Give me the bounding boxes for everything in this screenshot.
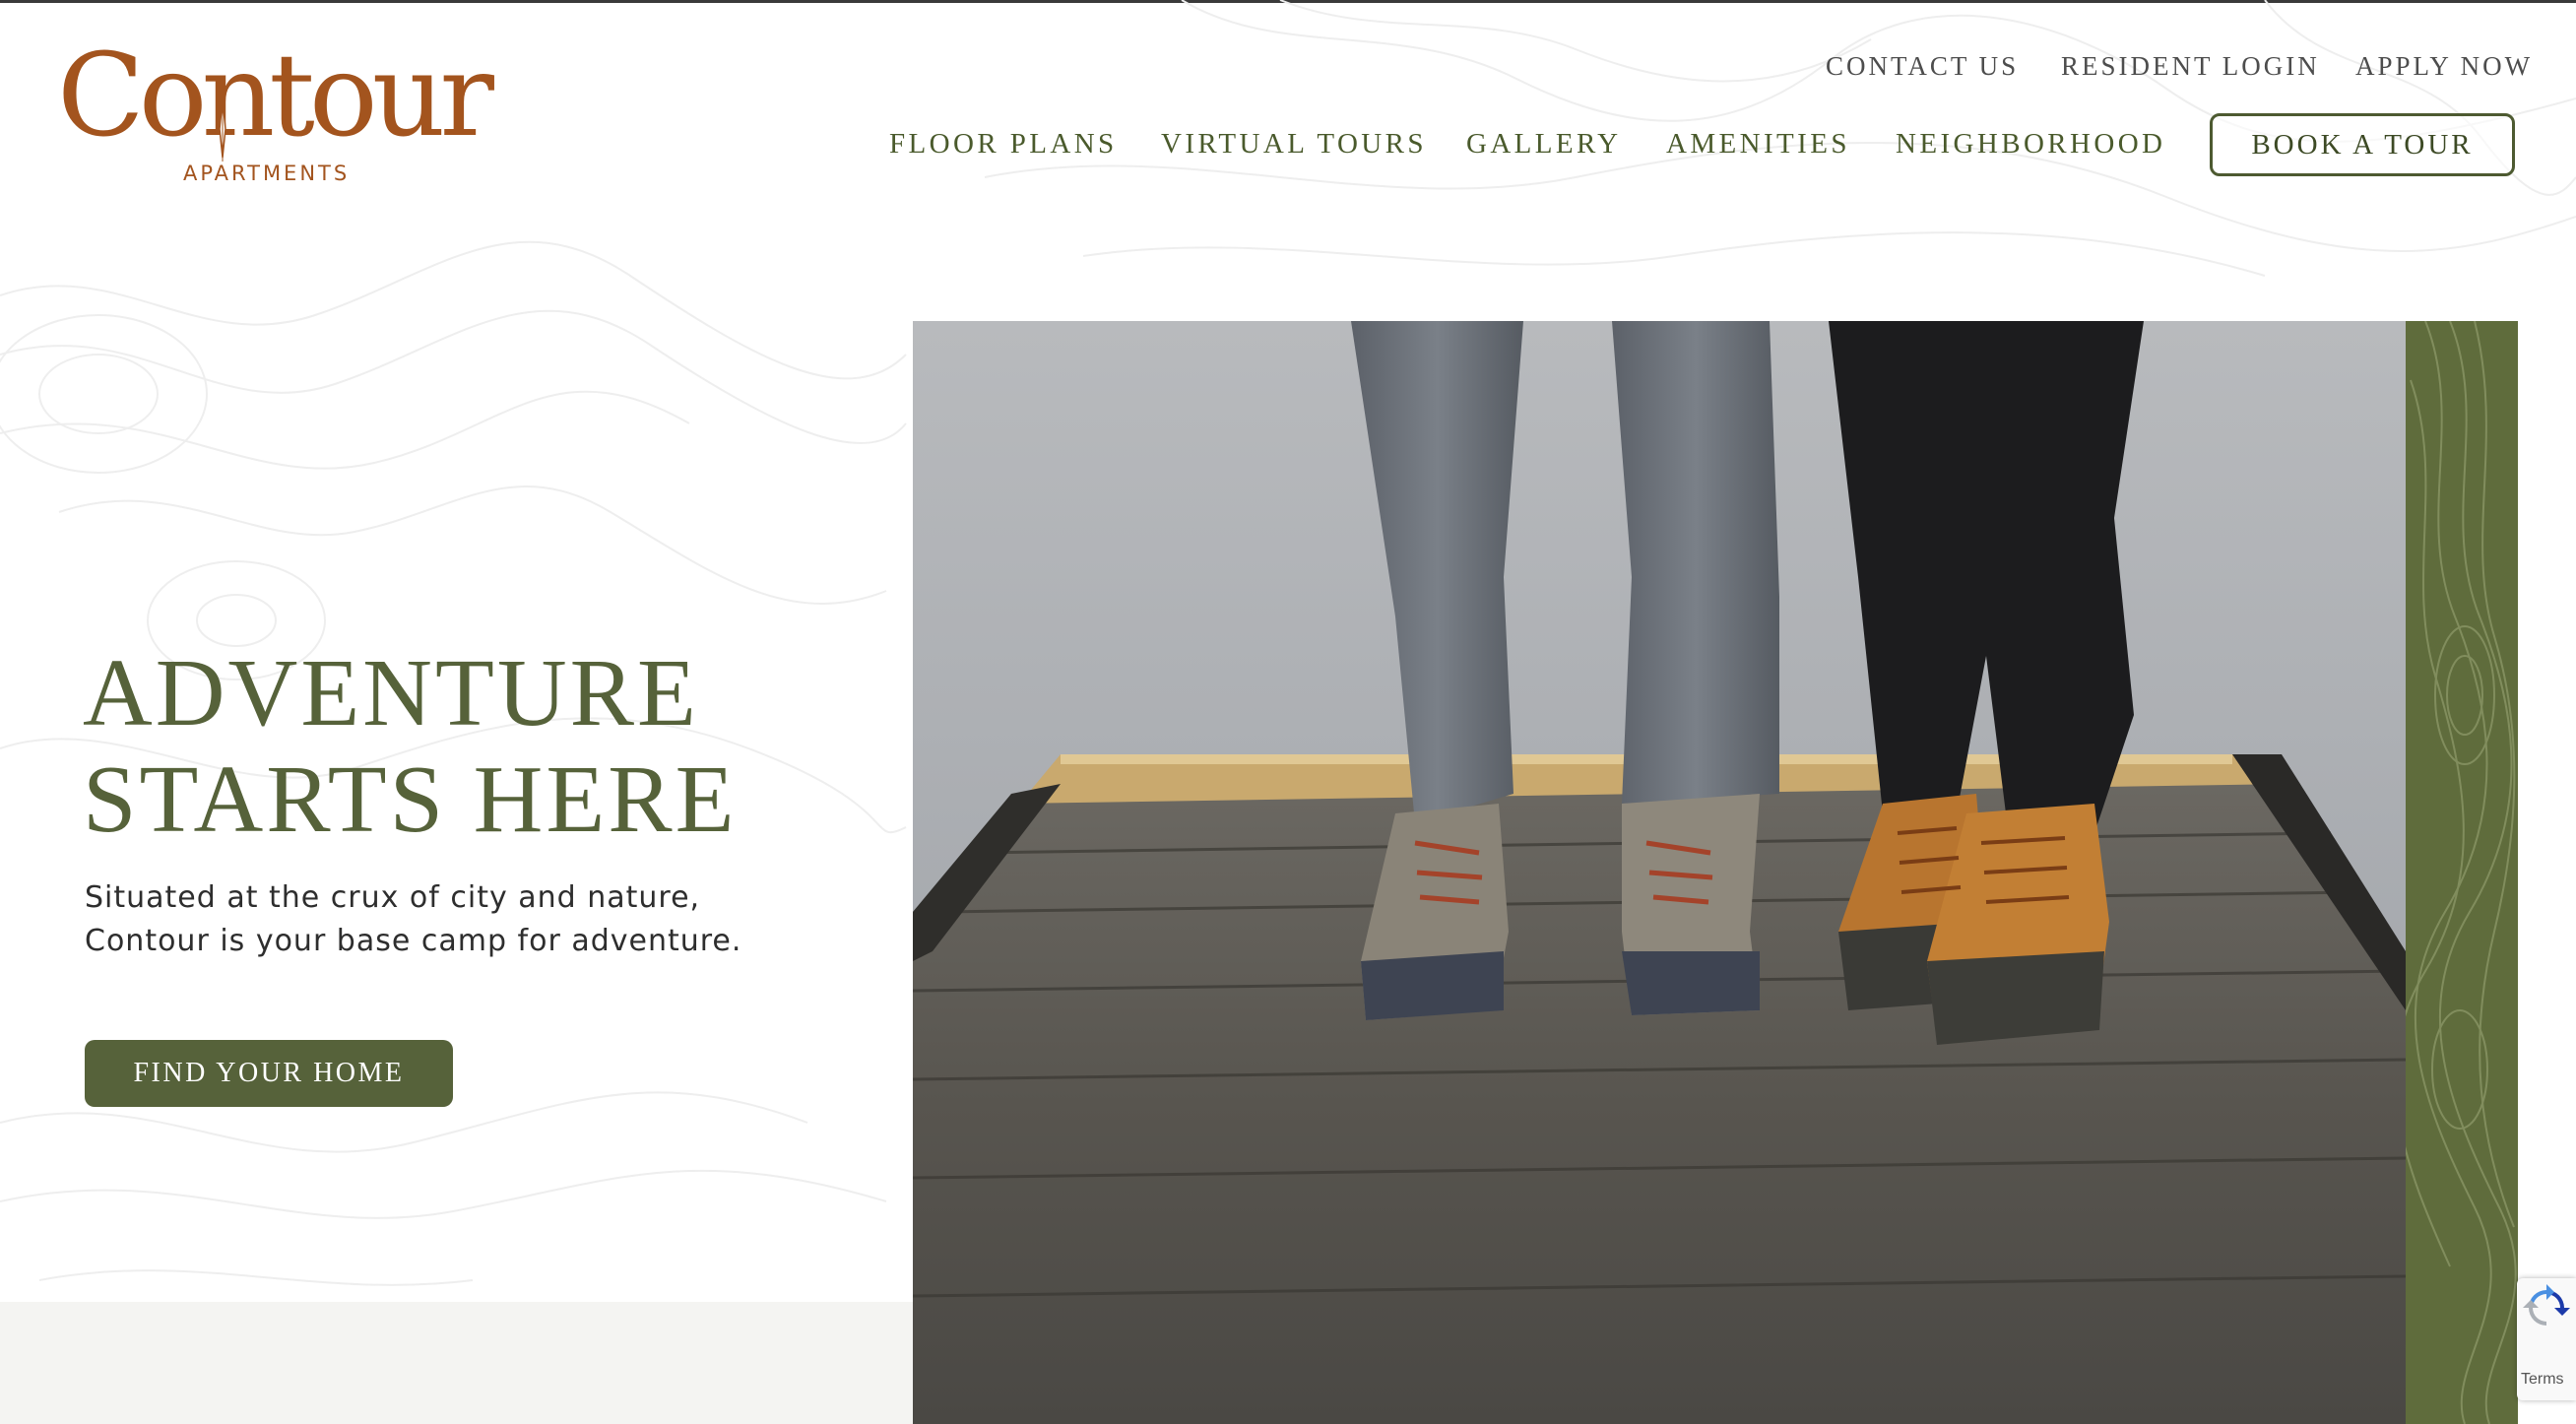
nav-gallery[interactable]: GALLERY [1466, 128, 1622, 161]
hero-headline-line-1: ADVENTURE [83, 640, 699, 746]
lower-section-background [0, 1302, 914, 1424]
logo-wordmark: Contour [57, 30, 494, 162]
nav-neighborhood[interactable]: NEIGHBORHOOD [1896, 128, 2165, 161]
decorative-green-band [2406, 321, 2518, 1424]
book-a-tour-button[interactable]: BOOK A TOUR [2210, 113, 2515, 176]
nav-resident-login[interactable]: RESIDENT LOGIN [2061, 51, 2320, 82]
recaptcha-terms-link[interactable]: Terms [2521, 1371, 2564, 1389]
logo-subtitle: APARTMENTS [183, 162, 351, 185]
hero-subtext-line-1: Situated at the crux of city and nature, [85, 880, 701, 915]
find-your-home-button[interactable]: FIND YOUR HOME [85, 1040, 453, 1107]
nav-floor-plans[interactable]: FLOOR PLANS [889, 128, 1118, 161]
nav-contact-us[interactable]: CONTACT US [1826, 51, 2019, 82]
hero-headline: ADVENTURE STARTS HERE [83, 640, 738, 853]
nav-amenities[interactable]: AMENITIES [1666, 128, 1850, 161]
hero-headline-line-2: STARTS HERE [83, 746, 738, 853]
hero-subtext: Situated at the crux of city and nature,… [85, 876, 774, 963]
nav-apply-now[interactable]: APPLY NOW [2355, 51, 2533, 82]
recaptcha-icon [2523, 1284, 2570, 1326]
hero-subtext-line-2: Contour is your base camp for adventure. [85, 924, 742, 958]
compass-icon [219, 97, 226, 162]
brand-logo[interactable]: Contour APARTMENTS [57, 39, 494, 187]
hero-image [913, 321, 2406, 1424]
nav-virtual-tours[interactable]: VIRTUAL TOURS [1161, 128, 1427, 161]
